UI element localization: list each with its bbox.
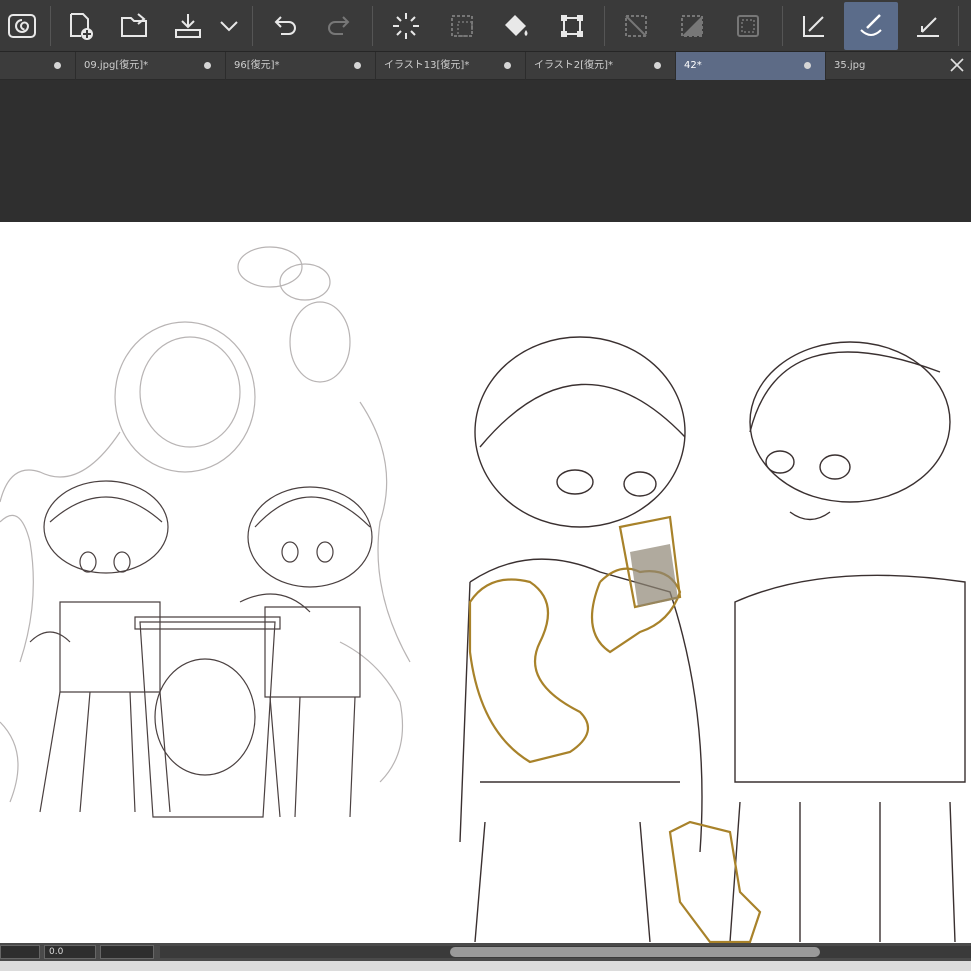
transform-icon bbox=[561, 15, 583, 37]
redo-icon bbox=[328, 16, 350, 35]
zoom-input[interactable]: 0.0 bbox=[44, 945, 96, 959]
close-icon[interactable] bbox=[949, 57, 965, 73]
open-folder-icon bbox=[121, 13, 147, 37]
command-bar bbox=[0, 0, 971, 52]
toolbar-separator bbox=[50, 6, 51, 46]
fill-button[interactable] bbox=[494, 4, 538, 48]
toolbar-separator bbox=[252, 6, 253, 46]
invert-selection-button[interactable] bbox=[670, 4, 714, 48]
modified-dot-icon bbox=[504, 62, 511, 69]
new-file-icon bbox=[70, 13, 93, 40]
brush-tool-button[interactable] bbox=[844, 2, 898, 50]
drawing-canvas[interactable] bbox=[0, 222, 971, 943]
canvas-area[interactable] bbox=[0, 80, 971, 943]
fill-bucket-icon bbox=[505, 15, 528, 36]
pencil-tool-button[interactable] bbox=[906, 4, 950, 48]
open-button[interactable] bbox=[112, 4, 156, 48]
tab-untitled[interactable] bbox=[0, 52, 76, 80]
app-logo-button[interactable] bbox=[0, 4, 44, 48]
tab-label: イラスト13[復元]* bbox=[384, 60, 470, 71]
sketch-artwork bbox=[0, 246, 966, 943]
toolbar-separator bbox=[958, 6, 959, 46]
tab-96[interactable]: 96[復元]* bbox=[226, 52, 376, 80]
document-tabs: 09.jpg[復元]* 96[復元]* イラスト13[復元]* イラスト2[復元… bbox=[0, 52, 971, 80]
tab-label: 35.jpg bbox=[834, 60, 866, 71]
toolbar-separator bbox=[372, 6, 373, 46]
undo-button[interactable] bbox=[262, 4, 306, 48]
clear-selection-icon bbox=[625, 15, 647, 37]
tab-label: 96[復元]* bbox=[234, 60, 280, 71]
toolbar-separator bbox=[782, 6, 783, 46]
pen-tool-button[interactable] bbox=[792, 4, 836, 48]
taskbar-strip bbox=[0, 961, 971, 971]
pencil-ruler-icon bbox=[917, 17, 939, 37]
app-logo-icon bbox=[8, 14, 36, 38]
status-bar: 0.0 bbox=[0, 943, 971, 971]
modified-dot-icon bbox=[54, 62, 61, 69]
tab-label: イラスト2[復元]* bbox=[534, 60, 613, 71]
status-field bbox=[100, 945, 154, 959]
horizontal-scrollbar[interactable] bbox=[160, 946, 971, 958]
tab-42[interactable]: 42* bbox=[676, 52, 826, 80]
save-button[interactable] bbox=[166, 4, 210, 48]
tab-label: 42* bbox=[684, 60, 702, 71]
pen-icon bbox=[803, 16, 824, 37]
selection-icon bbox=[451, 15, 473, 37]
selection-border-icon bbox=[737, 15, 759, 37]
redo-button[interactable] bbox=[318, 4, 362, 48]
undo-icon bbox=[274, 16, 296, 35]
status-field bbox=[0, 945, 40, 959]
tab-label: 09.jpg[復元]* bbox=[84, 60, 149, 71]
clear-selection-button[interactable] bbox=[614, 4, 658, 48]
brush-icon bbox=[860, 14, 882, 36]
selection-button[interactable] bbox=[440, 4, 484, 48]
modified-dot-icon bbox=[204, 62, 211, 69]
modified-dot-icon bbox=[354, 62, 361, 69]
selection-border-button[interactable] bbox=[726, 4, 770, 48]
invert-selection-icon bbox=[681, 15, 703, 37]
tab-09-jpg[interactable]: 09.jpg[復元]* bbox=[76, 52, 226, 80]
tab-illust-2[interactable]: イラスト2[復元]* bbox=[526, 52, 676, 80]
chevron-down-icon bbox=[220, 21, 238, 32]
tab-illust-13[interactable]: イラスト13[復元]* bbox=[376, 52, 526, 80]
save-options-dropdown[interactable] bbox=[210, 4, 248, 48]
scrollbar-thumb[interactable] bbox=[450, 947, 820, 957]
processing-button[interactable] bbox=[384, 4, 428, 48]
save-icon bbox=[175, 14, 201, 38]
new-file-button[interactable] bbox=[58, 4, 102, 48]
transform-button[interactable] bbox=[550, 4, 594, 48]
modified-dot-icon bbox=[654, 62, 661, 69]
modified-dot-icon bbox=[804, 62, 811, 69]
tab-35-jpg[interactable]: 35.jpg bbox=[826, 52, 946, 80]
loading-spinner-icon bbox=[393, 13, 419, 39]
toolbar-separator bbox=[604, 6, 605, 46]
